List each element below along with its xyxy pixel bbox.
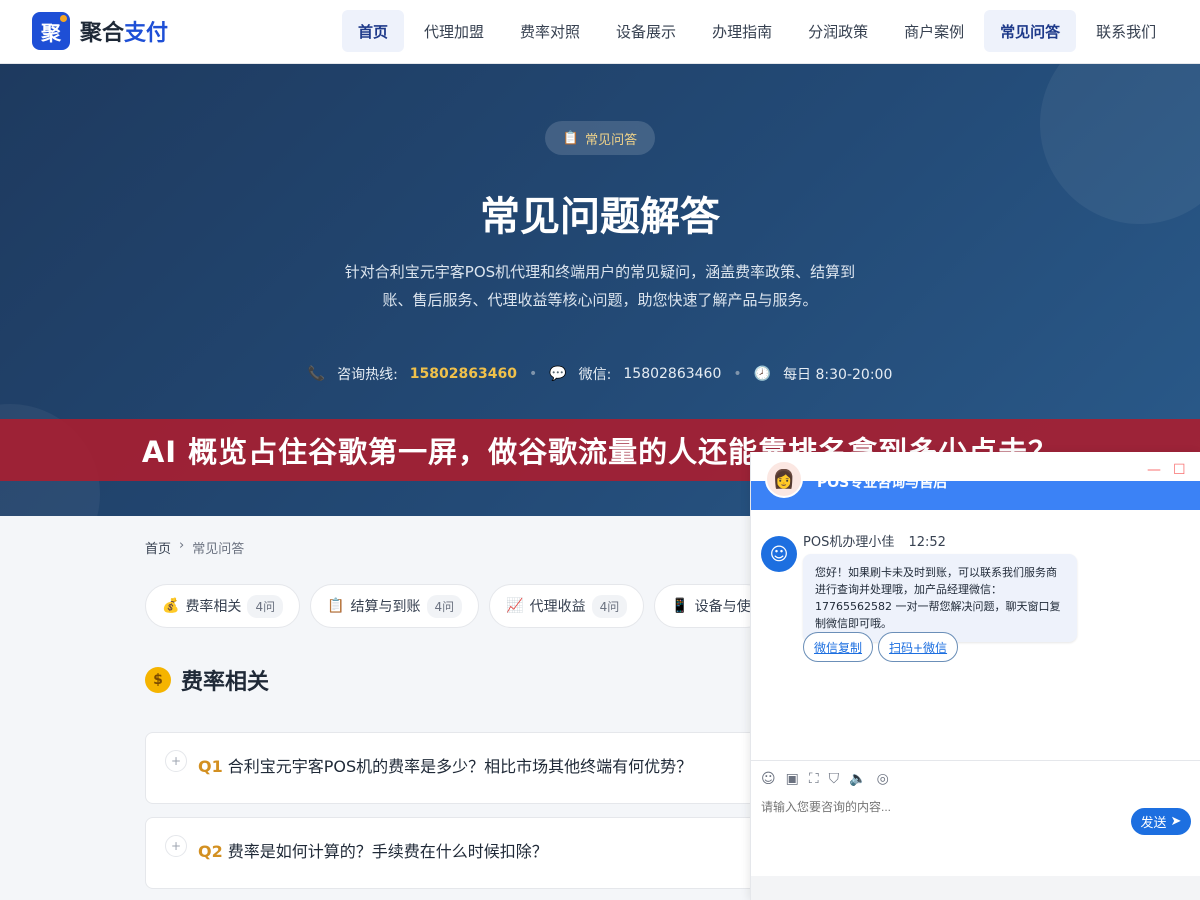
tab-label: 代理收益 (529, 599, 586, 615)
screenshot-icon[interactable]: ⛶ (809, 771, 819, 787)
breadcrumb-current: 常见问答 (192, 542, 245, 557)
chat-message-bubble: 您好！如果刷卡未及时到账，可以联系我们服务商进行查询并处理哦，加产品经理微信：1… (803, 554, 1077, 642)
clipboard-icon: 📋 (327, 598, 345, 614)
sound-icon[interactable]: 🔈 (849, 771, 866, 787)
agent-name-row: POS机办理小佳 12:52 (803, 531, 946, 550)
maximize-icon[interactable]: ☐ (1173, 462, 1186, 478)
minimize-icon[interactable]: — (1147, 462, 1161, 478)
chart-up-icon: 📈 (506, 598, 524, 614)
hotline-label: 咨询热线: (337, 367, 398, 383)
tab-count: 4问 (247, 594, 284, 618)
separator-dot: • (733, 366, 742, 382)
site-header: 聚 聚合支付 首页 代理加盟 费率对照 设备展示 办理指南 分润政策 商户案例 … (0, 0, 1200, 64)
nav-item-agent-join[interactable]: 代理加盟 (408, 10, 500, 52)
breadcrumb: 首页 › 常见问答 (145, 538, 244, 557)
nav-item-profit-policy[interactable]: 分润政策 (792, 10, 884, 52)
chevron-right-icon: › (179, 538, 185, 553)
copy-wechat-button[interactable]: 微信复制 (803, 632, 874, 662)
hero-badge-label: 常见问答 (585, 132, 638, 148)
clipboard-icon: 📋 (562, 130, 580, 146)
phone-icon: 📞 (307, 366, 326, 382)
faq-number: Q1 (198, 757, 223, 776)
shield-icon[interactable]: ⛉ (829, 771, 840, 787)
nav-item-contact[interactable]: 联系我们 (1080, 10, 1172, 52)
agent-name: POS机办理小佳 (803, 535, 895, 550)
breadcrumb-home[interactable]: 首页 (145, 538, 171, 557)
plus-icon[interactable]: + (165, 750, 187, 772)
separator-dot: • (528, 366, 538, 382)
send-label: 发送 (1140, 816, 1167, 831)
faq-question-text: 合利宝元宇客POS机的费率是多少？相比市场其他终端有何优势？ (227, 757, 693, 776)
tab-label: 结算与到账 (350, 599, 421, 615)
nav-item-faq[interactable]: 常见问答 (984, 10, 1077, 52)
tab-rate[interactable]: 💰 费率相关 4问 (145, 584, 301, 628)
image-icon[interactable]: ▣ (786, 771, 799, 787)
tab-label: 费率相关 (185, 599, 242, 615)
main-nav: 首页 代理加盟 费率对照 设备展示 办理指南 分润政策 商户案例 常见问答 联系… (342, 10, 1172, 52)
hero-badge: 📋 常见问答 (545, 121, 655, 155)
emoji-icon[interactable]: ☺ (761, 771, 776, 787)
logo-text-main: 聚合 (80, 21, 125, 46)
faq-question-text: 费率是如何计算的？手续费在什么时候扣除？ (227, 842, 548, 861)
faq-question: Q1 合利宝元宇客POS机的费率是多少？相比市场其他终端有何优势？ (198, 753, 692, 777)
logo-mark-char: 聚 (41, 20, 61, 45)
nav-item-devices[interactable]: 设备展示 (600, 10, 692, 52)
chat-toolbar: ☺ ▣ ⛶ ⛉ 🔈 ◎ (751, 760, 1200, 796)
wechat-icon[interactable]: ◎ (877, 771, 889, 787)
scan-wechat-button[interactable]: 扫码+微信 (878, 632, 959, 662)
tab-label: 设备与使 (694, 599, 751, 615)
send-arrow-icon: ➤ (1170, 814, 1182, 829)
faq-question: Q2 费率是如何计算的？手续费在什么时候扣除？ (198, 838, 548, 862)
money-bag-icon: 💰 (162, 598, 180, 614)
hotline-number[interactable]: 15802863460 (410, 366, 517, 382)
wechat-icon: 💬 (549, 366, 567, 382)
nav-item-home[interactable]: 首页 (342, 10, 405, 52)
support-avatar: 👩 (765, 460, 803, 498)
wechat-number[interactable]: 15802863460 (623, 366, 721, 382)
faq-item[interactable]: + Q2 费率是如何计算的？手续费在什么时候扣除？ (145, 817, 785, 889)
chat-title: POS专业咨询与售后 (817, 475, 948, 491)
message-time: 12:52 (908, 535, 946, 550)
faq-item[interactable]: + Q1 合利宝元宇客POS机的费率是多少？相比市场其他终端有何优势？ (145, 732, 785, 804)
nav-item-cases[interactable]: 商户案例 (888, 10, 980, 52)
agent-avatar: ☺ (761, 536, 797, 572)
logo-text: 聚合支付 (80, 15, 168, 47)
nav-item-guide[interactable]: 办理指南 (696, 10, 788, 52)
tab-count: 4问 (591, 594, 628, 618)
chat-message-input[interactable] (761, 800, 1121, 814)
hero-description: 针对合利宝元宇客POS机代理和终端用户的常见疑问，涵盖费率政策、结算到账、售后服… (344, 263, 856, 309)
hero-contact-row: 📞 咨询热线: 15802863460 • 💬 微信: 15802863460 … (0, 364, 1200, 384)
section-title-text: 费率相关 (181, 670, 270, 695)
chat-widget: 👩 POS专业咨询与售后 — ☐ ☺ POS机办理小佳 12:52 您好！如果刷… (750, 452, 1200, 900)
clock-icon: 🕗 (753, 366, 772, 382)
site-logo[interactable]: 聚 聚合支付 (32, 12, 168, 50)
logo-text-accent: 支付 (124, 21, 169, 46)
page-title: 常见问题解答 (480, 194, 720, 240)
plus-icon[interactable]: + (165, 835, 187, 857)
service-hours: 每日 8:30-20:00 (783, 367, 893, 383)
faq-number: Q2 (198, 842, 223, 861)
tab-settlement[interactable]: 📋 结算与到账 4问 (310, 584, 480, 628)
tab-count: 4问 (426, 594, 463, 618)
logo-dot (60, 15, 67, 22)
section-title: $ 费率相关 (145, 664, 269, 696)
chat-footer (751, 876, 1200, 900)
send-button[interactable]: 发送 ➤ (1131, 808, 1191, 835)
logo-mark: 聚 (32, 12, 70, 50)
nav-item-rate-compare[interactable]: 费率对照 (504, 10, 596, 52)
wechat-label: 微信: (578, 367, 612, 383)
phone-device-icon: 📱 (671, 598, 689, 614)
money-bag-icon: $ (145, 667, 171, 693)
category-tabs: 💰 费率相关 4问 📋 结算与到账 4问 📈 代理收益 4问 📱 设备与使 (145, 584, 768, 628)
tab-agent-profit[interactable]: 📈 代理收益 4问 (489, 584, 645, 628)
